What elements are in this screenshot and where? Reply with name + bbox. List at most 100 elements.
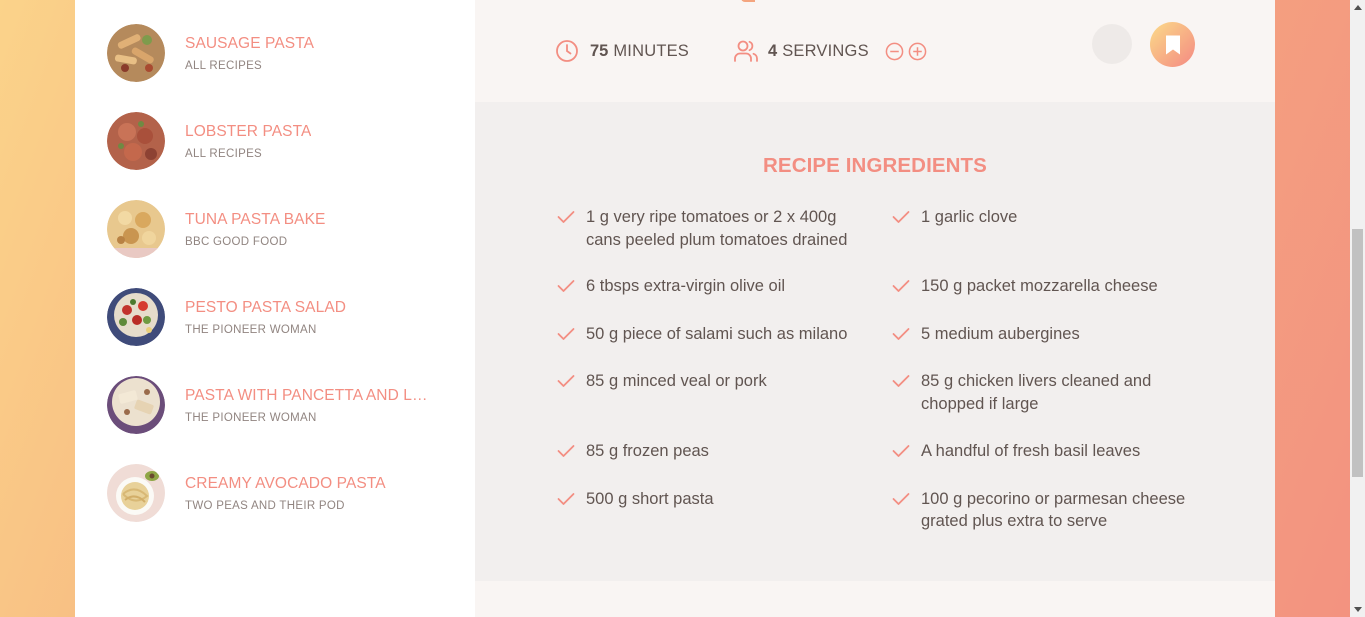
plus-circle-icon [908,42,927,60]
ingredient-quantity: 1 [921,208,931,226]
bookmark-button[interactable] [1150,22,1195,67]
ingredient-description: g frozen peas [608,442,709,460]
ingredient-item: A handful of fresh basil leaves [892,440,1227,488]
pasta-pancetta-thumb [107,376,165,434]
ingredient-quantity: 85 [586,372,605,390]
result-publisher: All Recipes [185,147,263,160]
recipe-details: 75 minutes 4 servings [475,0,1275,102]
ingredient-description: garlic clove [934,208,1018,226]
check-icon [892,275,912,297]
check-icon [892,488,912,510]
result-title: Sausage Pasta [185,34,315,52]
result-item-creamy-avocado-pasta[interactable]: Creamy Avocado Pasta Two Peas and Their … [75,449,475,537]
servings-info: 4 servings [733,38,931,64]
cooking-time-unit: minutes [613,41,690,60]
ingredients-heading: Recipe ingredients [763,154,987,177]
ingredient-item: 500 g short pasta [557,488,892,536]
sausage-pasta-thumb [107,24,165,82]
ingredient-item: 85 g chicken livers cleaned and chopped … [892,370,1227,440]
user-generated-indicator [1092,24,1132,64]
result-title: Tuna Pasta Bake [185,210,326,228]
cooking-time-value: 75 [590,41,609,60]
ingredient-description: g chicken livers cleaned and chopped if … [921,372,1152,413]
tuna-pasta-bake-thumb [107,200,165,258]
ingredient-quantity: 500 [586,489,614,508]
ingredient-item: 50 g piece of salami such as milano [557,323,892,371]
result-title: Pasta with Pancetta and Lee... [185,386,435,404]
check-icon [557,206,577,228]
servings-value: 4 [768,41,778,60]
ingredient-description: g short pasta [618,489,714,508]
ingredient-description: g minced veal or pork [608,372,767,390]
check-icon [892,323,912,345]
recipe-title-edge [741,0,755,2]
result-publisher: Two Peas and Their Pod [185,499,345,512]
servings-unit: servings [782,41,869,60]
result-publisher: BBC Good Food [185,235,288,248]
result-publisher: All Recipes [185,59,263,72]
check-icon [557,323,577,345]
servings-buttons [885,41,931,61]
recipe-ingredients: Recipe ingredients 1 g very ripe tomatoe… [475,102,1275,581]
clock-icon [555,38,581,64]
scroll-up-arrow-icon[interactable] [1350,0,1365,15]
result-title: Creamy Avocado Pasta [185,474,386,492]
ingredient-quantity: 5 [921,324,931,343]
ingredient-list: 1 g very ripe tomatoes or 2 x 400g cans … [557,206,1227,535]
check-icon [557,275,577,297]
ingredient-quantity: 100 [921,489,949,508]
users-icon [733,38,759,64]
ingredient-description: g piece of salami such as milano [608,324,848,343]
ingredient-description: medium aubergines [934,324,1080,343]
creamy-avocado-pasta-thumb [107,464,165,522]
ingredient-quantity: 150 [921,277,949,295]
ingredient-item: 85 g frozen peas [557,440,892,488]
result-item-tuna-pasta-bake[interactable]: Tuna Pasta Bake BBC Good Food [75,185,475,273]
ingredient-item: 100 g pecorino or parmesan cheese grated… [892,488,1227,536]
check-icon [892,206,912,228]
page-scrollbar[interactable] [1350,0,1365,617]
result-item-lobster-pasta[interactable]: Lobster Pasta All Recipes [75,97,475,185]
result-title: Pesto Pasta Salad [185,298,347,316]
app-container: Sausage Pasta All Recipes Lobster Pasta … [75,0,1275,617]
ingredient-description: g pecorino or parmesan cheese grated plu… [921,489,1186,531]
recipe-view: 75 minutes 4 servings [475,0,1275,617]
check-icon [557,488,577,510]
check-icon [557,440,577,462]
ingredient-description: g very ripe tomatoes or 2 x 400g cans pe… [586,208,848,249]
check-icon [892,370,912,392]
scroll-down-arrow-icon[interactable] [1350,602,1365,617]
ingredient-description: g packet mozzarella cheese [953,277,1158,295]
bookmark-icon [1165,35,1180,54]
recipe-directions-top [475,581,1275,617]
ingredient-quantity: 50 [586,324,605,343]
result-item-pasta-pancetta[interactable]: Pasta with Pancetta and Lee... The Pione… [75,361,475,449]
scrollbar-thumb[interactable] [1352,229,1363,477]
ingredient-item: 85 g minced veal or pork [557,370,892,440]
minus-circle-icon [885,42,904,60]
ingredient-item: 6 tbsps extra-virgin olive oil [557,275,892,323]
pesto-pasta-salad-thumb [107,288,165,346]
ingredient-description: A handful of fresh basil leaves [921,442,1141,460]
ingredient-item: 1 g very ripe tomatoes or 2 x 400g cans … [557,206,892,275]
ingredient-quantity: 85 [921,372,940,390]
ingredient-description: tbsps extra-virgin olive oil [599,277,786,295]
ingredient-quantity: 85 [586,442,605,460]
ingredient-item: 1 garlic clove [892,206,1227,275]
cooking-time-info: 75 minutes [555,38,689,64]
increase-servings-button[interactable] [908,41,928,61]
result-publisher: The Pioneer Woman [185,323,317,336]
result-title: Lobster Pasta [185,122,312,140]
decrease-servings-button[interactable] [885,41,905,61]
ingredient-item: 5 medium aubergines [892,323,1227,371]
ingredient-quantity: 6 [586,277,596,295]
lobster-pasta-thumb [107,112,165,170]
check-icon [892,440,912,462]
check-icon [557,370,577,392]
search-results: Sausage Pasta All Recipes Lobster Pasta … [75,0,475,617]
result-publisher: The Pioneer Woman [185,411,317,424]
ingredient-quantity: 1 [586,208,596,226]
result-item-sausage-pasta[interactable]: Sausage Pasta All Recipes [75,9,475,97]
result-item-pesto-pasta-salad[interactable]: Pesto Pasta Salad The Pioneer Woman [75,273,475,361]
ingredient-item: 150 g packet mozzarella cheese [892,275,1227,323]
